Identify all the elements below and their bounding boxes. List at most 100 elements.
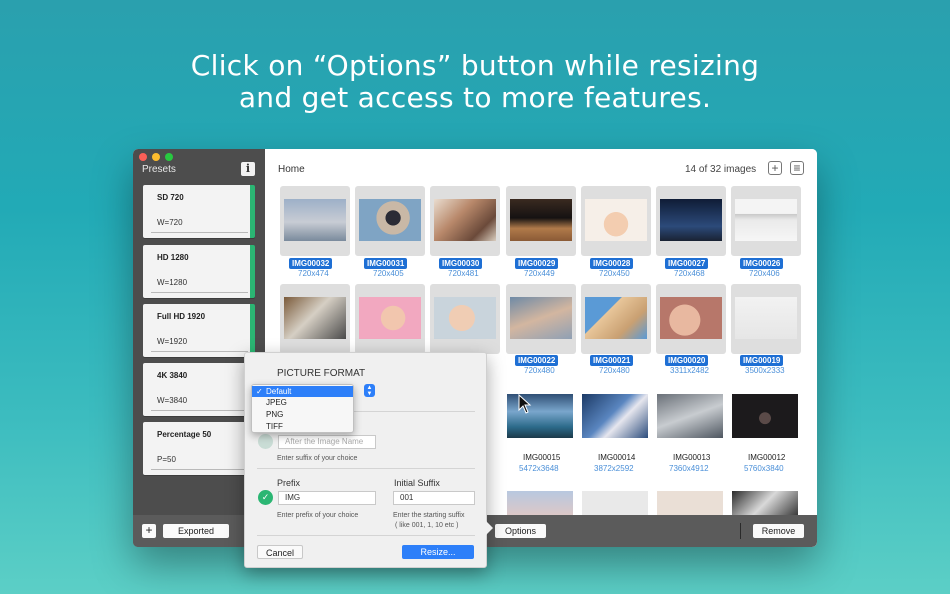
- preset-name: Full HD 1920: [157, 312, 206, 321]
- baby-photo: [585, 199, 647, 241]
- image-thumbnail[interactable]: [657, 491, 723, 515]
- image-name: IMG00026: [740, 258, 784, 269]
- preset-value: W=1280: [157, 278, 188, 287]
- initial-suffix-label: Initial Suffix: [394, 478, 440, 488]
- add-preset-button[interactable]: +: [142, 524, 156, 538]
- preset-item[interactable]: SD 720 W=720: [143, 185, 255, 238]
- image-thumbnail[interactable]: [732, 491, 798, 515]
- resize-button[interactable]: Resize...: [402, 545, 474, 559]
- baby-photo: [359, 297, 421, 339]
- image-size: 3872x2592: [594, 464, 634, 473]
- image-size: 720x406: [749, 269, 780, 278]
- image-thumbnail[interactable]: [507, 491, 573, 515]
- preset-divider: [151, 410, 248, 411]
- image-thumbnail[interactable]: [582, 491, 648, 515]
- image-name: IMG00031: [364, 258, 408, 269]
- meeting-photo[interactable]: [657, 394, 723, 438]
- lake-photo: [284, 199, 346, 241]
- options-button[interactable]: Options: [495, 524, 546, 538]
- popover-divider: [257, 535, 475, 536]
- image-size: 5760x3840: [744, 464, 784, 473]
- preset-value: P=50: [157, 455, 176, 464]
- image-thumbnail[interactable]: [581, 284, 651, 354]
- preset-divider: [151, 351, 248, 352]
- image-thumbnail[interactable]: [581, 186, 651, 256]
- image-thumbnail[interactable]: [506, 186, 576, 256]
- preset-name: SD 720: [157, 193, 184, 202]
- info-icon[interactable]: i: [241, 162, 255, 176]
- format-select-arrow-icon[interactable]: ▲ ▼: [364, 384, 375, 397]
- add-image-button[interactable]: +: [768, 161, 782, 175]
- image-name: IMG00014: [598, 453, 636, 462]
- format-dropdown[interactable]: ✓ Default JPEG PNG TIFF: [251, 384, 354, 433]
- initial-suffix-input[interactable]: 001: [393, 491, 475, 505]
- image-thumbnail[interactable]: [280, 186, 350, 256]
- image-thumbnail[interactable]: [430, 186, 500, 256]
- initial-suffix-hint-example: ( like 001, 1, 10 etc ): [395, 522, 459, 529]
- preset-item[interactable]: 4K 3840 W=3840: [143, 363, 255, 416]
- night-sky-photo: [660, 199, 722, 241]
- cancel-button[interactable]: Cancel: [257, 545, 303, 559]
- minimize-window-button[interactable]: [152, 153, 160, 161]
- image-thumbnail[interactable]: [731, 186, 801, 256]
- format-option-png[interactable]: PNG: [252, 409, 353, 420]
- desk-photo: [284, 297, 346, 339]
- image-size: 5472x3648: [519, 464, 559, 473]
- preset-value: W=720: [157, 218, 183, 227]
- format-option-tiff[interactable]: TIFF: [252, 421, 353, 432]
- image-thumbnail[interactable]: [355, 284, 425, 354]
- image-size: 720x449: [524, 269, 555, 278]
- toolbar-divider: [740, 523, 741, 539]
- close-window-button[interactable]: [139, 153, 147, 161]
- image-thumbnail[interactable]: [355, 186, 425, 256]
- mouse-pointer-icon: [518, 394, 532, 414]
- image-thumbnail[interactable]: [506, 284, 576, 354]
- suffix-input[interactable]: After the Image Name: [278, 435, 376, 449]
- image-name: IMG00015: [523, 453, 561, 462]
- breadcrumb[interactable]: Home: [278, 164, 305, 175]
- image-thumbnail[interactable]: [656, 186, 726, 256]
- headline-line-2: and get access to more features.: [238, 81, 712, 114]
- image-size: 720x480: [524, 366, 555, 375]
- sleeping-photo: [510, 297, 572, 339]
- preset-item[interactable]: HD 1280 W=1280: [143, 245, 255, 298]
- exported-button[interactable]: Exported: [163, 524, 229, 538]
- popover-divider: [257, 468, 475, 469]
- baby-feet-photo: [660, 297, 722, 339]
- image-size: 720x474: [298, 269, 329, 278]
- dark-photo[interactable]: [732, 394, 798, 438]
- window-controls: [139, 153, 173, 161]
- suffix-hint: Enter suffix of your choice: [277, 455, 358, 462]
- zoom-window-button[interactable]: [165, 153, 173, 161]
- image-name: IMG00020: [665, 355, 709, 366]
- prefix-check-icon[interactable]: ✓: [258, 490, 273, 505]
- image-name: IMG00022: [515, 355, 559, 366]
- prefix-label: Prefix: [277, 478, 301, 488]
- image-thumbnail[interactable]: [656, 284, 726, 354]
- image-size: 720x468: [674, 269, 705, 278]
- format-option-jpeg[interactable]: JPEG: [252, 397, 353, 408]
- image-thumbnail[interactable]: [430, 284, 500, 354]
- prefix-input[interactable]: IMG: [278, 491, 376, 505]
- image-size: 720x480: [599, 366, 630, 375]
- image-size: 720x405: [373, 269, 404, 278]
- popover-arrow: [486, 521, 493, 535]
- image-size: 720x481: [448, 269, 479, 278]
- picture-format-title: PICTURE FORMAT: [277, 368, 366, 379]
- headline-line-1: Click on “Options” button while resizing: [190, 49, 760, 82]
- remove-button[interactable]: Remove: [753, 524, 804, 538]
- preset-name: 4K 3840: [157, 371, 188, 380]
- suffix-toggle[interactable]: [258, 434, 273, 449]
- format-option-default[interactable]: ✓ Default: [252, 386, 353, 397]
- image-thumbnail[interactable]: [280, 284, 350, 354]
- image-thumbnail[interactable]: [731, 284, 801, 354]
- mountain-lake-photo[interactable]: [507, 394, 573, 438]
- list-view-icon[interactable]: ≡: [790, 161, 804, 175]
- image-name: IMG00029: [515, 258, 559, 269]
- phone-photo: [359, 199, 421, 241]
- preset-item[interactable]: Full HD 1920 W=1920: [143, 304, 255, 357]
- preset-item[interactable]: Percentage 50 P=50: [143, 422, 255, 475]
- preset-divider: [151, 232, 248, 233]
- tower-photo[interactable]: [582, 394, 648, 438]
- baby-photo: [434, 297, 496, 339]
